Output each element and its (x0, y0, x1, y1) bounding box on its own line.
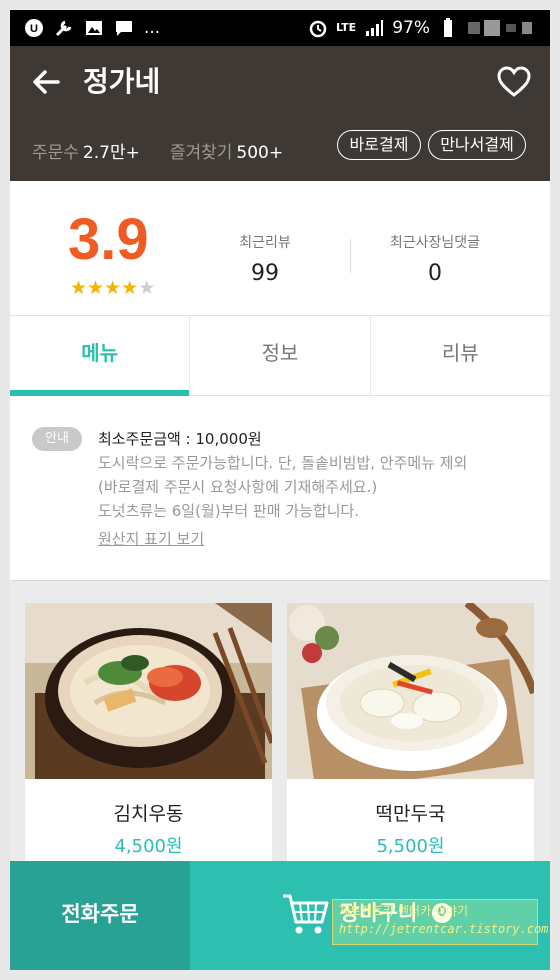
recent-reviews: 최근리뷰 99 (185, 233, 345, 289)
signal-icon (366, 20, 384, 36)
shopping-cart-icon (283, 894, 329, 934)
notice-body: 최소주문금액 : 10,000원 도시락으로 주문가능합니다. 단, 돌솥비빔밥… (98, 427, 538, 551)
tab-bar: 메뉴 정보 리뷰 (10, 316, 550, 396)
tteok-mandu-guk-photo (287, 603, 534, 779)
status-bar: U ... LTE 97% (10, 10, 550, 46)
menu-item-price: 5,500원 (376, 836, 445, 857)
menu-item-name: 김치우동 (113, 803, 184, 825)
min-order-text: 최소주문금액 : 10,000원 (98, 430, 262, 448)
menu-item-price: 4,500원 (114, 836, 183, 857)
battery-icon (444, 18, 452, 37)
network-type: LTE (335, 21, 357, 34)
store-title: 정가네 (83, 65, 161, 98)
notice-section: 안내 최소주문금액 : 10,000원 도시락으로 주문가능합니다. 단, 돌솥… (10, 397, 550, 580)
heart-icon[interactable] (496, 64, 532, 100)
notice-line: 도넛츠류는 6일(월)부터 판매 가능합니다. (98, 502, 360, 520)
notice-line: (바로결제 주문시 요청사항에 기재해주세요.) (98, 478, 378, 496)
pay-direct-badge: 바로결제 (337, 130, 421, 160)
app-u-icon: U (25, 19, 43, 37)
watermark: 제트렌트카 렌터카 이야기 http://jetrentcar.tistory.… (332, 899, 549, 945)
star-filled-icon: ★ (104, 277, 122, 299)
rating-stars: ★ ★ ★ ★ ★ (70, 277, 155, 299)
menu-card[interactable]: 떡만두국 5,500원 (287, 603, 534, 903)
rating-section: 3.9 ★ ★ ★ ★ ★ 최근리뷰 99 최근사장님댓글 0 (10, 181, 550, 316)
phone-order-button[interactable]: 전화주문 (10, 861, 190, 970)
kimchi-udon-photo (25, 603, 272, 779)
owner-replies: 최근사장님댓글 0 (355, 233, 515, 289)
star-filled-icon: ★ (121, 277, 139, 299)
star-filled-icon: ★ (87, 277, 105, 299)
store-header: 정가네 주문수 2.7만+ 즐겨찾기 500+ 바로결제 만나서결제 (10, 46, 550, 181)
battery-percent: 97% (392, 18, 430, 38)
recent-reviews-count: 99 (251, 261, 279, 286)
app-screen: U ... LTE 97% 정가네 주문수 2.7만+ 즐겨찾기 500+ 바로결제 (10, 10, 550, 970)
more-indicator: ... (144, 18, 161, 38)
favorite-count: 즐겨찾기 500+ (169, 143, 284, 163)
owner-replies-count: 0 (428, 261, 442, 286)
image-icon (86, 21, 102, 35)
menu-item-name: 떡만두국 (375, 803, 446, 825)
wrench-icon (55, 20, 72, 37)
tab-reviews[interactable]: 리뷰 (371, 316, 550, 395)
rating-score: 3.9 (68, 207, 149, 272)
chat-icon (116, 21, 132, 36)
menu-card[interactable]: 김치우동 4,500원 (25, 603, 272, 903)
svg-text:U: U (30, 23, 38, 35)
watermark-url: http://jetrentcar.tistory.com (339, 922, 549, 936)
star-empty-icon: ★ (138, 277, 156, 299)
store-stats: 주문수 2.7만+ 즐겨찾기 500+ (32, 138, 283, 163)
tab-menu[interactable]: 메뉴 (10, 316, 191, 396)
star-filled-icon: ★ (70, 277, 88, 299)
origin-info-link[interactable]: 원산지 표기 보기 (98, 527, 538, 551)
pay-meet-badge: 만나서결제 (428, 130, 526, 160)
alarm-icon (309, 20, 327, 38)
blurred-notification-icon (468, 20, 532, 36)
menu-grid: 김치우동 4,500원 떡만두국 5,500원 (10, 580, 550, 903)
order-count: 주문수 2.7만+ (32, 143, 140, 163)
tab-info[interactable]: 정보 (190, 316, 371, 395)
notice-line: 도시락으로 주문가능합니다. 단, 돌솥비빔밥, 안주메뉴 제외 (98, 454, 468, 472)
back-arrow-icon[interactable] (28, 64, 64, 100)
watermark-title: 제트렌트카 렌터카 이야기 (339, 904, 469, 918)
notice-badge: 안내 (32, 427, 82, 451)
divider (350, 239, 351, 273)
